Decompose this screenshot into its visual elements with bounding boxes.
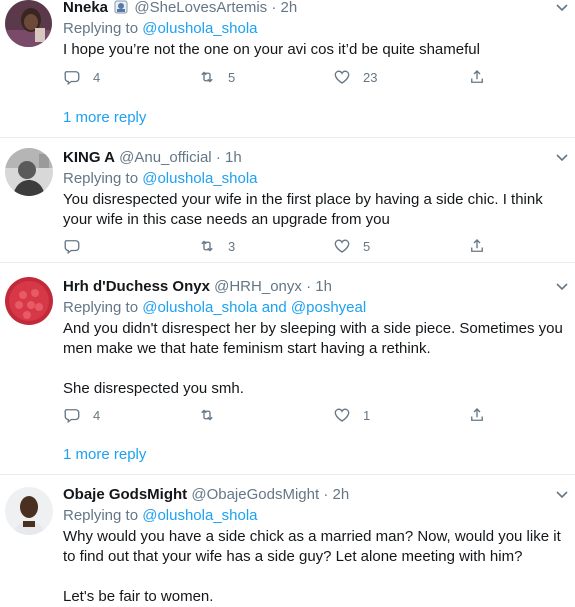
user-handle[interactable]: @SheLovesArtemis xyxy=(134,0,267,16)
timestamp[interactable]: 1h xyxy=(225,149,242,166)
display-name[interactable]: KING A xyxy=(63,149,115,166)
mention-link[interactable]: @olushola_shola xyxy=(142,507,257,524)
more-replies-link[interactable]: 1 more reply xyxy=(63,108,146,128)
tweet-text: You disrespected your wife in the first … xyxy=(63,190,563,230)
timestamp[interactable]: 2h xyxy=(332,486,349,503)
share-icon xyxy=(471,239,483,252)
share-icon xyxy=(471,408,483,421)
retweet-button[interactable]: 3 xyxy=(198,237,235,255)
reply-count: 4 xyxy=(93,69,101,85)
tweet-actions: 3 5 xyxy=(63,237,493,257)
heart-icon xyxy=(334,239,350,253)
more-replies-link[interactable]: 1 more reply xyxy=(63,445,146,465)
chevron-down-icon[interactable] xyxy=(555,282,569,292)
separator-dot: · xyxy=(271,0,277,16)
tweet-text: I hope you’re not the one on your avi co… xyxy=(63,40,563,60)
tweet-paragraph: I hope you’re not the one on your avi co… xyxy=(63,41,480,58)
reply-icon xyxy=(64,409,80,424)
reply-icon xyxy=(64,240,80,255)
separator-dot: · xyxy=(215,149,221,166)
display-name[interactable]: Obaje GodsMight xyxy=(63,486,187,503)
reply-count: 4 xyxy=(93,407,101,423)
replying-to-label: Replying to xyxy=(63,507,139,524)
like-button[interactable]: 5 xyxy=(333,237,370,255)
tweet-paragraph: You disrespected your wife in the first … xyxy=(63,191,543,228)
like-count: 23 xyxy=(363,69,378,85)
retweet-count: 3 xyxy=(228,238,236,254)
like-count: 5 xyxy=(363,238,371,254)
reply-button[interactable] xyxy=(63,237,93,255)
tweet-obaje-godsmight[interactable]: Obaje GodsMight @ObajeGodsMight · 2h Rep… xyxy=(0,475,575,605)
tweet-paragraph: And you didn't disrespect her by sleepin… xyxy=(63,320,563,357)
mention-link[interactable]: @olushola_shola xyxy=(142,299,257,316)
replying-to: Replying to @olushola_shola xyxy=(63,19,258,39)
chevron-down-icon[interactable] xyxy=(555,490,569,500)
share-button[interactable] xyxy=(468,237,486,255)
like-button[interactable]: 1 xyxy=(333,406,370,424)
replying-to: Replying to @olushola_shola xyxy=(63,169,258,189)
tweet-nneka[interactable]: Nneka @SheLovesArtemis · 2h Replying to … xyxy=(0,0,575,100)
avatar[interactable] xyxy=(5,148,53,196)
tweet-king-a[interactable]: KING A @Anu_official · 1h Replying to @o… xyxy=(0,138,575,262)
tweet-text: And you didn't disrespect her by sleepin… xyxy=(63,319,563,399)
share-icon xyxy=(471,70,483,83)
reply-button[interactable]: 4 xyxy=(63,68,100,86)
separator-dot: · xyxy=(306,278,312,295)
user-handle[interactable]: @ObajeGodsMight xyxy=(191,486,319,503)
replying-to-label: Replying to xyxy=(63,20,139,37)
share-button[interactable] xyxy=(468,68,486,86)
avatar[interactable] xyxy=(5,0,52,47)
retweet-icon xyxy=(201,240,213,252)
replying-to: Replying to @olushola_shola and @poshyea… xyxy=(63,298,366,318)
replying-to: Replying to @olushola_shola xyxy=(63,506,258,526)
timestamp[interactable]: 2h xyxy=(281,0,298,16)
heart-icon xyxy=(334,408,350,422)
retweet-icon xyxy=(201,409,213,421)
like-count: 1 xyxy=(363,407,371,423)
replying-to-label: Replying to xyxy=(63,299,139,316)
retweet-count: 5 xyxy=(228,69,236,85)
reply-button[interactable]: 4 xyxy=(63,406,100,424)
avatar[interactable] xyxy=(5,277,53,325)
retweet-button[interactable] xyxy=(198,406,228,424)
tweet-paragraph: She disrespected you smh. xyxy=(63,380,244,397)
mention-join: and xyxy=(261,299,287,316)
display-name[interactable]: Nneka xyxy=(63,0,108,16)
mention-link[interactable]: @poshyeal xyxy=(291,299,366,316)
replying-to-label: Replying to xyxy=(63,170,139,187)
reply-icon xyxy=(64,71,80,86)
tweet-actions: 4 1 xyxy=(63,406,493,426)
emoji-badge-icon xyxy=(114,0,128,14)
display-name[interactable]: Hrh d'Duchess Onyx xyxy=(63,278,210,295)
tweet-text: Why would you have a side chick as a mar… xyxy=(63,527,563,607)
heart-icon xyxy=(334,70,350,84)
mention-link[interactable]: @olushola_shola xyxy=(142,20,257,37)
user-handle[interactable]: @Anu_official xyxy=(119,149,212,166)
chevron-down-icon[interactable] xyxy=(555,3,569,13)
tweet-paragraph: Why would you have a side chick as a mar… xyxy=(63,528,561,565)
separator-dot: · xyxy=(323,486,329,503)
retweet-button[interactable]: 5 xyxy=(198,68,235,86)
like-button[interactable]: 23 xyxy=(333,68,377,86)
user-handle[interactable]: @HRH_onyx xyxy=(214,278,302,295)
share-button[interactable] xyxy=(468,406,486,424)
tweet-duchess-onyx[interactable]: Hrh d'Duchess Onyx @HRH_onyx · 1h Replyi… xyxy=(0,263,575,433)
retweet-icon xyxy=(201,71,213,83)
tweet-paragraph: Let's be fair to women. xyxy=(63,588,214,605)
mention-link[interactable]: @olushola_shola xyxy=(142,170,257,187)
timestamp[interactable]: 1h xyxy=(315,278,332,295)
chevron-down-icon[interactable] xyxy=(555,153,569,163)
tweet-actions: 4 5 23 xyxy=(63,68,493,88)
avatar[interactable] xyxy=(5,487,53,535)
